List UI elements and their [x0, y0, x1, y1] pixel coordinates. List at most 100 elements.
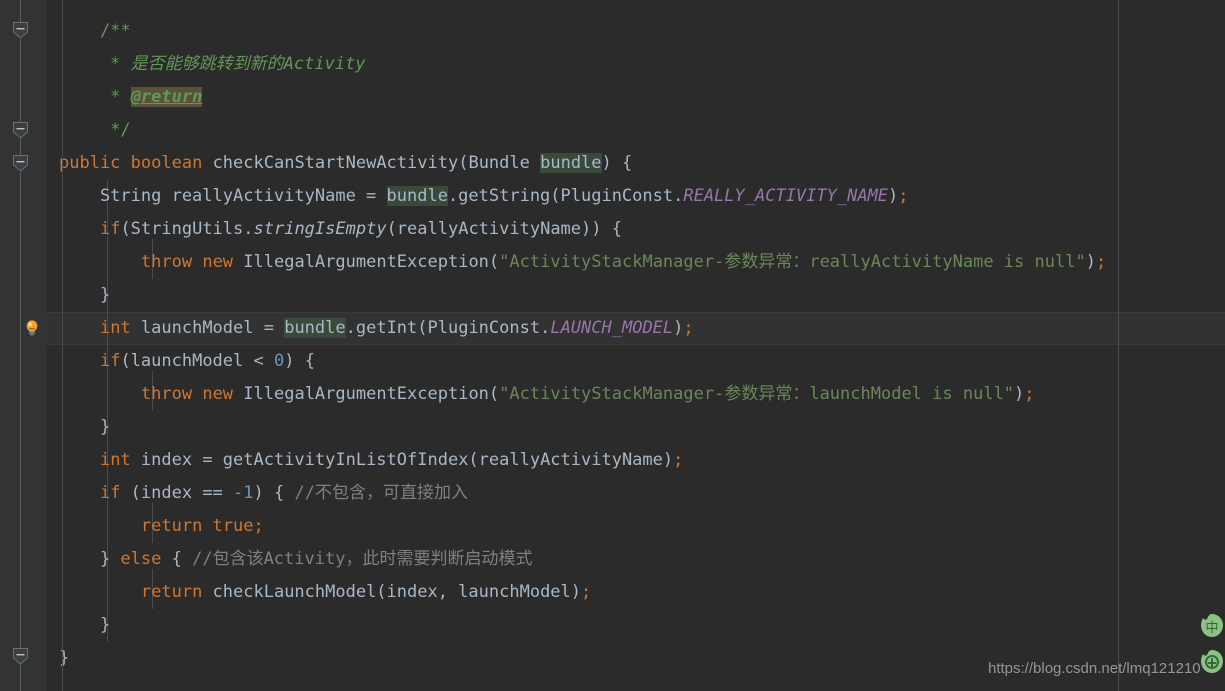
code-line[interactable]: } else { //包含该Activity，此时需要判断启动模式: [0, 543, 1225, 576]
code-token: stringIsEmpty: [253, 219, 387, 239]
code-token: "ActivityStackManager-参数异常：launchModel i…: [499, 384, 1015, 404]
code-token: (: [488, 252, 500, 272]
code-line[interactable]: }: [0, 609, 1225, 642]
csdn-watermark: https://blog.csdn.net/lmq121210: [988, 660, 1201, 677]
code-token: .getString(PluginConst.: [447, 186, 684, 206]
code-token: }: [59, 615, 111, 635]
code-token: throw: [140, 252, 193, 272]
code-token: if: [99, 483, 121, 503]
ime-chinese-mode-icon[interactable]: 中: [1197, 612, 1225, 642]
code-token: -1: [233, 483, 254, 503]
code-token: ;: [1095, 252, 1107, 272]
code-line[interactable]: int index = getActivityInListOfIndex(rea…: [0, 444, 1225, 477]
code-token: else: [120, 549, 162, 569]
code-line[interactable]: }: [0, 411, 1225, 444]
code-token: ;: [898, 186, 909, 206]
code-token: IllegalArgumentException: [233, 384, 489, 404]
code-line[interactable]: */: [0, 114, 1225, 147]
code-token: ): [1014, 384, 1025, 404]
code-token: bundle: [284, 318, 346, 338]
code-token: if: [99, 219, 121, 239]
code-line[interactable]: public boolean checkCanStartNewActivity(…: [0, 147, 1225, 180]
code-token: return: [140, 582, 203, 602]
svg-text:中: 中: [1205, 621, 1218, 636]
code-line[interactable]: throw new IllegalArgumentException("Acti…: [0, 378, 1225, 411]
code-line[interactable]: return checkLaunchModel(index, launchMod…: [0, 576, 1225, 609]
code-line[interactable]: return true;: [0, 510, 1225, 543]
code-token: }: [59, 549, 121, 569]
code-token: public: [59, 153, 121, 173]
fold-rail-segment: [20, 665, 21, 691]
code-line[interactable]: * 是否能够跳转到新的Activity: [0, 48, 1225, 81]
fold-rail-segment: [20, 39, 21, 122]
code-token: *: [59, 87, 131, 107]
code-token: new: [202, 252, 234, 272]
code-line[interactable]: int launchModel = bundle.getInt(PluginCo…: [0, 312, 1225, 345]
code-token: (launchModel <: [120, 351, 274, 371]
fold-marker-method[interactable]: [12, 122, 29, 139]
code-text-layer[interactable]: /** * 是否能够跳转到新的Activity * @return */ publ…: [0, 0, 1225, 691]
code-line[interactable]: /**: [0, 15, 1225, 48]
code-token: ): [673, 318, 684, 338]
code-editor[interactable]: /** * 是否能够跳转到新的Activity * @return */ publ…: [0, 0, 1225, 691]
gutter-separator: [62, 0, 63, 691]
editor-gutter[interactable]: [0, 0, 47, 691]
ime-tool-icon[interactable]: [1197, 648, 1225, 678]
code-line[interactable]: }: [0, 279, 1225, 312]
code-token: ) {: [253, 483, 295, 503]
code-token: }: [59, 417, 111, 437]
code-token: new: [202, 384, 234, 404]
code-token: index = getActivityInListOfIndex(reallyA…: [130, 450, 674, 470]
code-line[interactable]: if(launchModel < 0) {: [0, 345, 1225, 378]
code-token: *: [59, 54, 131, 74]
code-token: IllegalArgumentException: [233, 252, 489, 272]
code-token: */: [59, 120, 131, 140]
code-token: ;: [1024, 384, 1035, 404]
intention-bulb-icon[interactable]: [23, 319, 41, 337]
code-token: }: [59, 285, 111, 305]
code-token: int: [99, 450, 131, 470]
code-token: ;: [673, 450, 684, 470]
code-token: ): [1085, 252, 1096, 272]
code-token: Bundle: [468, 153, 541, 173]
code-token: //包含该Activity，此时需要判断启动模式: [192, 549, 533, 569]
code-token: /**: [59, 21, 131, 41]
code-token: ) {: [601, 153, 633, 173]
fold-marker-class-end[interactable]: [12, 648, 29, 665]
fold-marker-method-body[interactable]: [12, 155, 29, 172]
code-token: ;: [253, 516, 264, 536]
fold-rail-segment: [20, 139, 21, 155]
code-line[interactable]: if(StringUtils.stringIsEmpty(reallyActiv…: [0, 213, 1225, 246]
code-line[interactable]: * @return: [0, 81, 1225, 114]
code-token: REALLY_ACTIVITY_NAME: [683, 186, 889, 206]
code-token: ) {: [284, 351, 315, 371]
fold-marker-javadoc[interactable]: [12, 22, 29, 39]
code-token: "ActivityStackManager-参数异常：reallyActivit…: [499, 252, 1086, 272]
code-token: ;: [683, 318, 694, 338]
code-token: int: [99, 318, 131, 338]
code-token: (: [488, 384, 500, 404]
code-token: {: [161, 549, 193, 569]
code-line[interactable]: String reallyActivityName = bundle.getSt…: [0, 180, 1225, 213]
code-token: 0: [273, 351, 285, 371]
code-token: bundle: [540, 153, 602, 173]
code-token: LAUNCH_MODEL: [550, 318, 674, 338]
code-token: if: [99, 351, 121, 371]
fold-rail-segment: [20, 172, 21, 648]
code-token: .getInt(PluginConst.: [345, 318, 551, 338]
code-line[interactable]: if (index == -1) { //不包含，可直接加入: [0, 477, 1225, 510]
code-token: ): [888, 186, 899, 206]
code-token: (reallyActivityName)) {: [386, 219, 622, 239]
code-line[interactable]: throw new IllegalArgumentException("Acti…: [0, 246, 1225, 279]
code-token: }: [59, 648, 70, 668]
